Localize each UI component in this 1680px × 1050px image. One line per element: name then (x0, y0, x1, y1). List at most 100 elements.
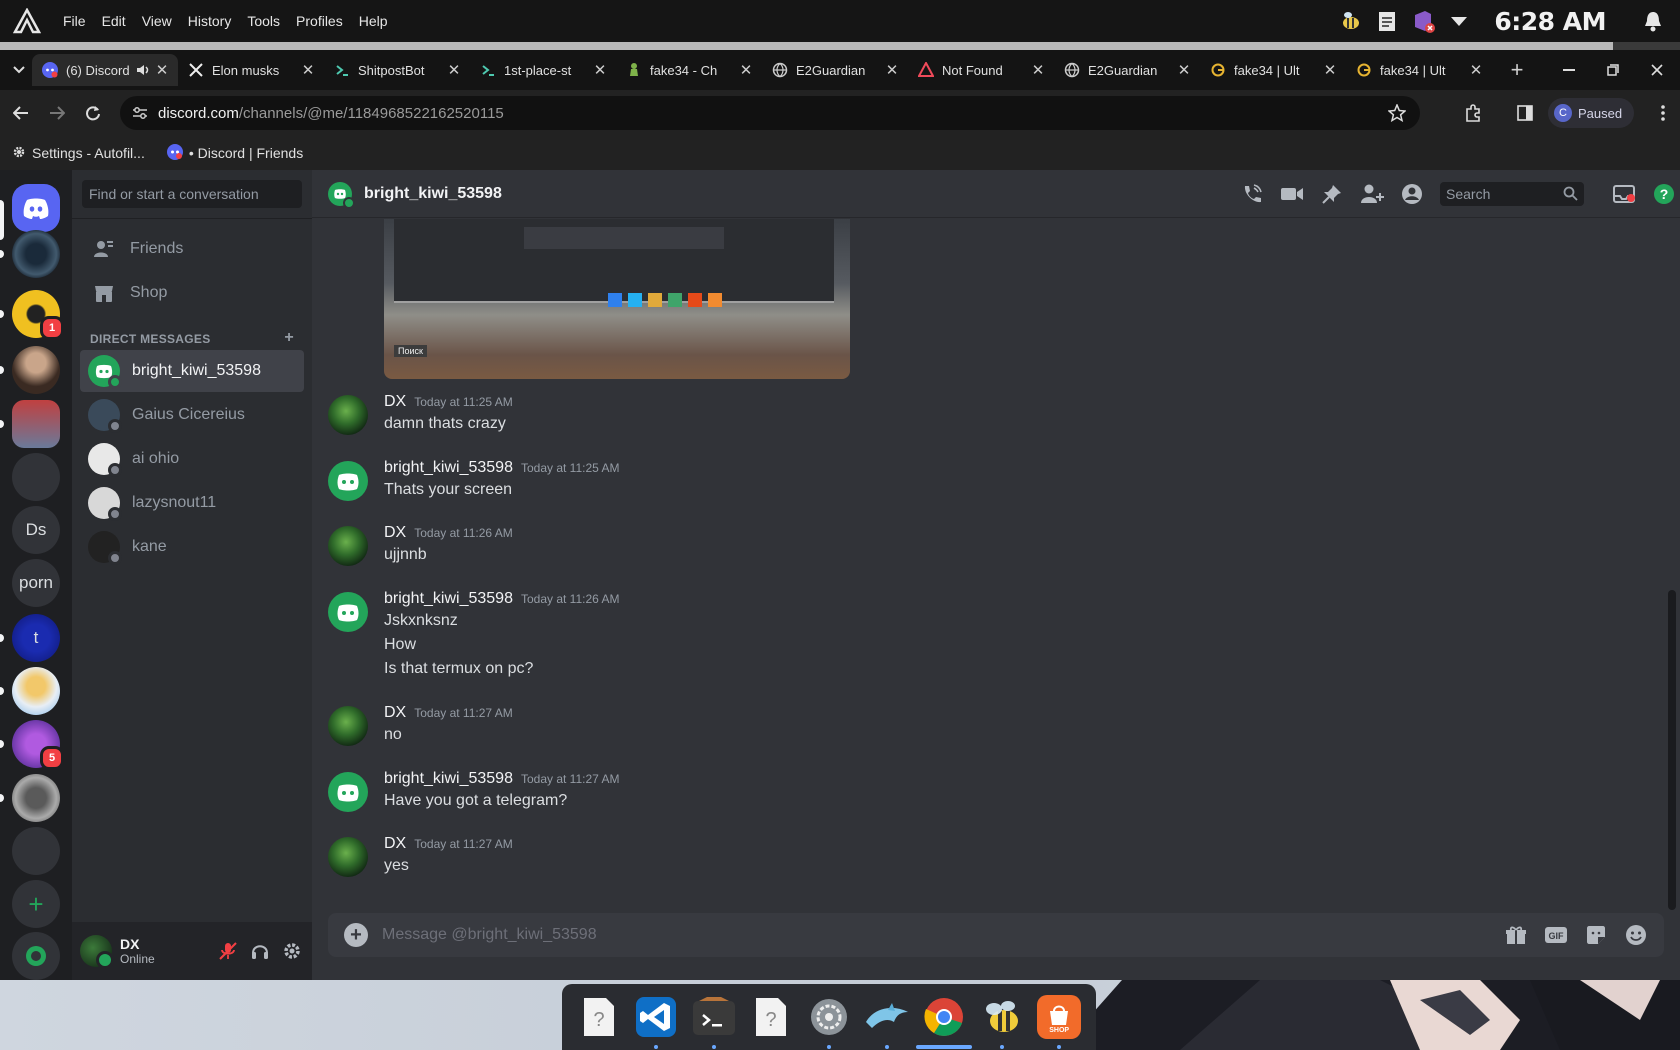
message-avatar[interactable] (328, 460, 368, 501)
server-icon[interactable]: t (12, 614, 60, 662)
find-conversation-button[interactable]: Find or start a conversation (82, 180, 302, 208)
chevron-down-icon[interactable] (1446, 8, 1472, 34)
new-tab-plus-icon[interactable]: + (1502, 55, 1532, 85)
close-tab-icon[interactable]: ✕ (1468, 61, 1484, 79)
unknown-file-icon[interactable]: ? (748, 994, 794, 1040)
home-discord-icon[interactable] (12, 184, 60, 232)
nav-shop[interactable]: Shop (80, 272, 304, 314)
close-tab-icon[interactable]: ✕ (1176, 61, 1192, 79)
upload-plus-button[interactable]: + (344, 923, 368, 947)
close-window-icon[interactable] (1642, 55, 1672, 85)
dolphin-icon[interactable] (864, 994, 910, 1049)
attachment-screenshot-image[interactable]: Поиск (384, 219, 850, 379)
gift-icon[interactable] (1496, 919, 1536, 951)
back-arrow-icon[interactable] (6, 98, 36, 128)
server-icon[interactable] (12, 346, 60, 394)
minimize-icon[interactable] (1554, 55, 1584, 85)
kebab-menu-icon[interactable] (1648, 98, 1678, 128)
tab-search-chevron-icon[interactable] (6, 55, 32, 85)
add-server-plus-icon[interactable]: + (12, 880, 60, 928)
message-author[interactable]: bright_kiwi_53598 (384, 590, 513, 608)
message-avatar[interactable] (328, 591, 368, 632)
help-icon[interactable]: ? (1652, 182, 1676, 206)
browser-tab[interactable]: fake34 - Ch ✕ (616, 54, 762, 86)
browser-tab[interactable]: fake34 | Ult ✕ (1200, 54, 1346, 86)
message-author[interactable]: bright_kiwi_53598 (384, 770, 513, 788)
nav-friends[interactable]: Friends (80, 228, 304, 270)
message-avatar[interactable] (328, 837, 368, 877)
menu-view[interactable]: View (141, 11, 173, 31)
bell-icon[interactable] (1640, 8, 1666, 34)
server-icon[interactable] (12, 827, 60, 875)
terminal-icon[interactable] (691, 994, 737, 1049)
bookmark-discord-friends[interactable]: • Discord | Friends (166, 143, 303, 163)
server-icon[interactable] (12, 667, 60, 715)
browser-tab[interactable]: E2Guardian ✕ (762, 54, 908, 86)
reload-icon[interactable] (78, 98, 108, 128)
close-tab-icon[interactable]: ✕ (1030, 61, 1046, 79)
close-tab-icon[interactable]: ✕ (446, 61, 462, 79)
sticker-icon[interactable] (1576, 919, 1616, 951)
server-icon[interactable]: porn (12, 559, 60, 607)
close-tab-icon[interactable]: ✕ (738, 61, 754, 79)
dm-item[interactable]: kane (80, 526, 304, 568)
app-logo-icon[interactable] (12, 7, 42, 35)
close-tab-icon[interactable]: ✕ (884, 61, 900, 79)
browser-tab[interactable]: ShitpostBot ✕ (324, 54, 470, 86)
add-friends-to-dm-icon[interactable] (1360, 182, 1384, 206)
browser-tab[interactable]: Elon musks ✕ (178, 54, 324, 86)
chat-scrollbar[interactable] (1668, 590, 1676, 910)
dm-item[interactable]: Gaius Cicereius (80, 394, 304, 436)
message-author[interactable]: DX (384, 524, 406, 542)
bookmark-star-icon[interactable] (1388, 104, 1406, 122)
url-bar[interactable]: discord.com/channels/@me/118496852216252… (120, 96, 1420, 130)
dm-item[interactable]: ai ohio (80, 438, 304, 480)
message-avatar[interactable] (328, 706, 368, 746)
message-author[interactable]: DX (384, 704, 406, 722)
dm-item[interactable]: bright_kiwi_53598 (80, 350, 304, 392)
menu-edit[interactable]: Edit (101, 11, 127, 31)
browser-tab[interactable]: E2Guardian ✕ (1054, 54, 1200, 86)
menu-file[interactable]: File (62, 11, 87, 31)
chrome-icon[interactable] (916, 994, 973, 1049)
profile-chip[interactable]: C Paused (1548, 98, 1635, 128)
bee-tray-icon[interactable] (1338, 8, 1364, 34)
voice-call-icon[interactable] (1240, 182, 1264, 206)
message-author[interactable]: bright_kiwi_53598 (384, 459, 513, 477)
message-avatar[interactable] (328, 526, 368, 566)
close-tab-icon[interactable]: ✕ (300, 61, 316, 79)
speaker-icon[interactable] (136, 63, 150, 77)
forward-arrow-icon[interactable] (42, 98, 72, 128)
server-icon[interactable] (12, 453, 60, 501)
clipboard-tray-icon[interactable] (1374, 8, 1400, 34)
close-tab-icon[interactable]: ✕ (592, 61, 608, 79)
header-search-input[interactable]: Search (1440, 182, 1584, 206)
browser-tab[interactable]: fake34 | Ult ✕ (1346, 54, 1492, 86)
bookmark-settings[interactable]: Settings - Autofil... (12, 145, 145, 162)
browser-tab[interactable]: 1st-place-st ✕ (470, 54, 616, 86)
menu-profiles[interactable]: Profiles (295, 11, 344, 31)
user-avatar[interactable] (80, 935, 114, 969)
video-call-icon[interactable] (1280, 182, 1304, 206)
mute-mic-icon[interactable] (212, 935, 244, 967)
server-icon[interactable] (12, 774, 60, 822)
user-profile-icon[interactable] (1400, 182, 1424, 206)
message-author[interactable]: DX (384, 835, 406, 853)
user-settings-gear-icon[interactable] (276, 935, 308, 967)
browser-tab[interactable]: Not Found ✕ (908, 54, 1054, 86)
close-tab-icon[interactable]: ✕ (1322, 61, 1338, 79)
menu-history[interactable]: History (187, 11, 233, 31)
dm-item[interactable]: lazysnout11 (80, 482, 304, 524)
bee-icon[interactable] (979, 994, 1025, 1049)
restore-icon[interactable] (1598, 55, 1628, 85)
menu-tools[interactable]: Tools (246, 11, 281, 31)
vs-tray-icon[interactable] (1410, 8, 1436, 34)
discover-compass-icon[interactable] (12, 932, 60, 980)
gif-icon[interactable]: GIF (1536, 919, 1576, 951)
inbox-icon[interactable] (1612, 182, 1636, 206)
extensions-puzzle-icon[interactable] (1458, 98, 1488, 128)
side-panel-icon[interactable] (1510, 98, 1540, 128)
shop-icon[interactable]: SHOP (1036, 994, 1082, 1049)
site-info-icon[interactable] (132, 106, 148, 120)
pinned-messages-icon[interactable] (1320, 182, 1344, 206)
